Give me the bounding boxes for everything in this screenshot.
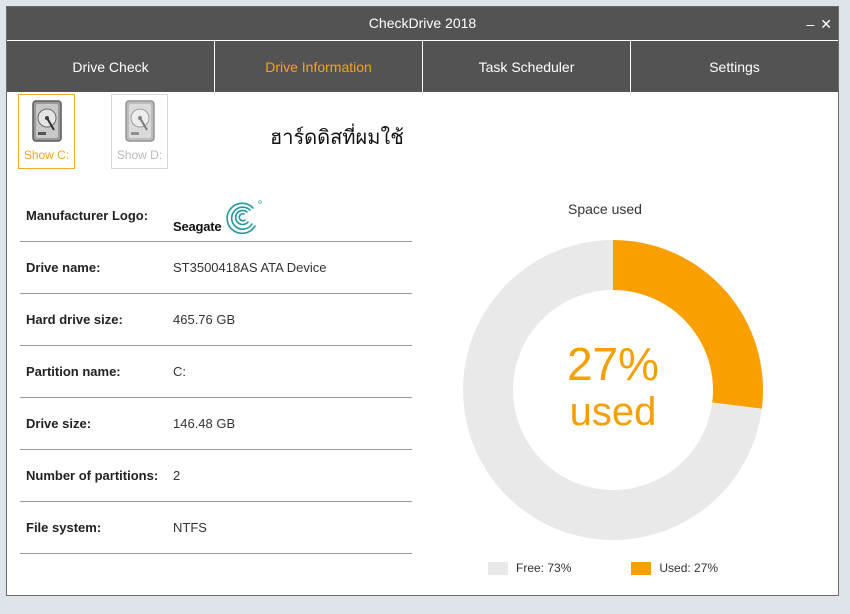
legend-swatch-free: [488, 561, 508, 575]
info-label: Partition name:: [26, 364, 121, 379]
tab-drive-information[interactable]: Drive Information: [215, 41, 423, 92]
chart-legend: Free: 73% Used: 27%: [488, 561, 718, 575]
legend-item-used: Used: 27%: [631, 561, 718, 575]
info-label: Hard drive size:: [26, 312, 123, 327]
drive-name-value: ST3500418AS ATA Device: [173, 260, 327, 275]
info-label: Number of partitions:: [26, 468, 159, 483]
window-title: CheckDrive 2018: [368, 15, 477, 31]
logo-text: Seagate: [173, 218, 222, 234]
info-row-hard-drive-size: Hard drive size: 465.76 GB: [20, 294, 412, 346]
info-label: File system:: [26, 520, 102, 535]
tab-task-scheduler[interactable]: Task Scheduler: [423, 41, 631, 92]
tab-settings[interactable]: Settings: [631, 41, 838, 92]
file-system-value: NTFS: [173, 520, 207, 535]
seagate-swirl-icon: [226, 199, 263, 234]
drive-info-table: Manufacturer Logo: Seagate Drive name: S…: [20, 190, 412, 554]
number-of-partitions-value: 2: [173, 468, 181, 483]
legend-item-free: Free: 73%: [488, 561, 571, 575]
hard-drive-size-value: 465.76 GB: [173, 312, 236, 327]
info-label: Drive size:: [26, 416, 92, 431]
used-label-text: used: [570, 390, 657, 434]
info-row-number-of-partitions: Number of partitions: 2: [20, 450, 412, 502]
info-label: Manufacturer Logo:: [26, 208, 149, 223]
show-drive-d-button[interactable]: Show D:: [111, 94, 168, 169]
hard-drive-icon: [124, 100, 155, 142]
partition-name-value: C:: [173, 364, 186, 379]
seagate-logo: Seagate: [173, 198, 265, 234]
info-label: Drive name:: [26, 260, 101, 275]
drive-size-value: 146.48 GB: [173, 416, 236, 431]
legend-label: Used: 27%: [659, 561, 719, 575]
legend-swatch-used: [631, 561, 652, 575]
space-used-donut-chart: 27% used: [463, 240, 763, 540]
minimize-button[interactable]: –: [806, 17, 814, 31]
close-button[interactable]: ✕: [820, 17, 832, 31]
hard-drive-icon: [31, 100, 62, 142]
drive-label: Show D:: [116, 148, 163, 162]
window-controls: – ✕: [806, 7, 832, 40]
tab-drive-check[interactable]: Drive Check: [7, 41, 215, 92]
info-row-manufacturer: Manufacturer Logo: Seagate: [20, 190, 412, 242]
drive-label: Show C:: [23, 148, 70, 162]
show-drive-c-button[interactable]: Show C:: [18, 94, 75, 169]
tab-bar: Drive Check Drive Information Task Sched…: [7, 40, 838, 92]
used-percent-text: 27%: [567, 338, 659, 390]
info-row-drive-name: Drive name: ST3500418AS ATA Device: [20, 242, 412, 294]
chart-title: Space used: [568, 201, 642, 217]
title-bar: CheckDrive 2018 – ✕: [7, 7, 838, 40]
info-row-partition-name: Partition name: C:: [20, 346, 412, 398]
info-row-file-system: File system: NTFS: [20, 502, 412, 554]
page-heading: ฮาร์ดดิสที่ผมใช้: [270, 125, 404, 149]
legend-label: Free: 73%: [516, 561, 572, 575]
info-row-drive-size: Drive size: 146.48 GB: [20, 398, 412, 450]
